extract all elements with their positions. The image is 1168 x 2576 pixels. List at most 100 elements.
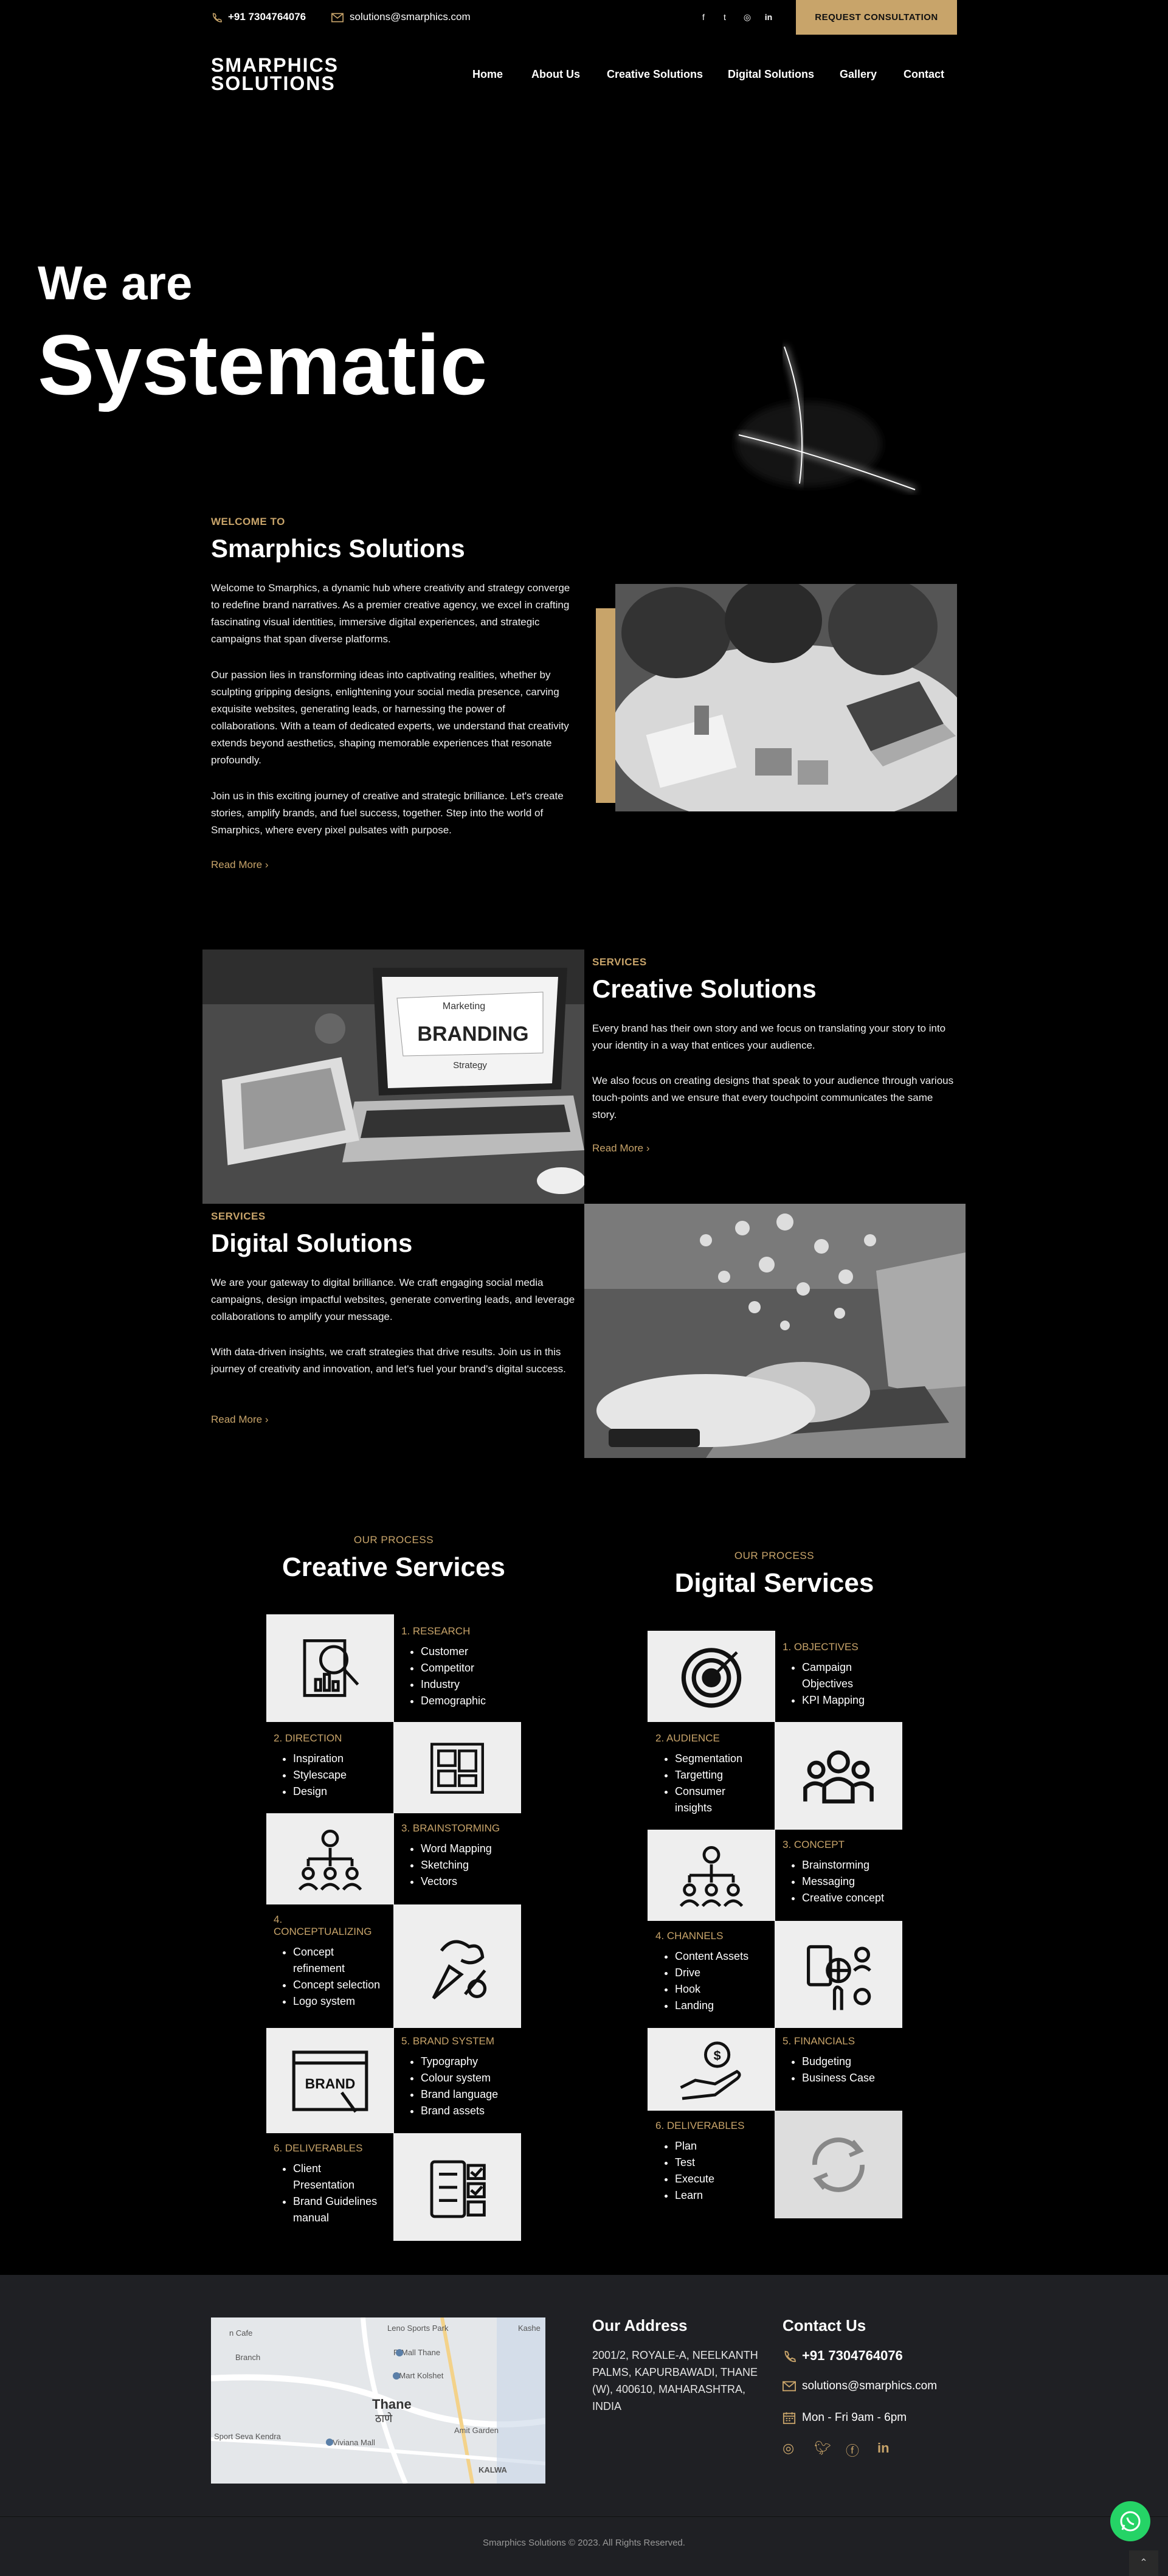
topbar-email[interactable]: solutions@smarphics.com [331, 11, 471, 23]
chevron-right-icon: › [264, 1414, 269, 1425]
creative-read-more-link[interactable]: Read More › [592, 1142, 650, 1154]
phone-icon [784, 2350, 796, 2362]
creative-step-1-title: 1. RESEARCH [401, 1625, 471, 1637]
creative-step-2: 2. DIRECTION InspirationStylescapeDesign [274, 1732, 347, 1800]
contact-title: Contact Us [783, 2316, 866, 2335]
list-item: Brainstorming [802, 1857, 884, 1873]
scroll-to-top-button[interactable]: ⌃ [1129, 2550, 1158, 2576]
research-report-icon [266, 1614, 394, 1722]
map-label: Branch [235, 2353, 260, 2362]
list-item: Concept selection [293, 1977, 383, 1993]
facebook-icon[interactable]: f [697, 11, 710, 23]
digital-step-1-title: 1. OBJECTIVES [783, 1641, 859, 1653]
list-item: Word Mapping [421, 1841, 500, 1857]
digital-title: Digital Solutions [211, 1229, 413, 1257]
refresh-cycle-icon [775, 2111, 902, 2218]
digital-paragraph-1: We are your gateway to digital brillianc… [211, 1277, 575, 1322]
hero-line1: We are [38, 256, 193, 310]
instagram-icon[interactable]: ◎ [783, 2440, 794, 2456]
list-item: Messaging [802, 1873, 884, 1890]
welcome-title: Smarphics Solutions [211, 534, 465, 563]
creative-step-5-title: 5. BRAND SYSTEM [401, 2035, 495, 2047]
money-hand-icon: $ [648, 2028, 775, 2111]
topbar-phone[interactable]: +91 7304764076 [211, 11, 306, 23]
list-item: Landing [675, 1998, 748, 2014]
map-label: n Cafe [229, 2328, 252, 2338]
facebook-icon[interactable]: ⓕ [846, 2440, 859, 2460]
img-branding-text: BRANDING [417, 1022, 528, 1046]
list-item: Brand Guidelines manual [293, 2193, 383, 2226]
footer-hours-text: Mon - Fri 9am - 6pm [802, 2411, 907, 2425]
digital-tag: SERVICES [211, 1210, 266, 1222]
linkedin-icon[interactable]: in [877, 2440, 890, 2456]
request-consultation-button[interactable]: REQUEST CONSULTATION [796, 0, 957, 35]
list-item: Colour system [421, 2070, 498, 2086]
list-item: Inspiration [293, 1751, 347, 1767]
chevron-right-icon: › [646, 1142, 650, 1154]
list-item: Test [675, 2154, 744, 2171]
target-icon [648, 1631, 775, 1722]
welcome-tag: WELCOME TO [211, 516, 285, 527]
footer-phone[interactable]: +91 7304764076 [783, 2348, 903, 2364]
whatsapp-button[interactable] [1110, 2501, 1150, 2541]
img-strategy-text: Strategy [453, 1060, 487, 1071]
digital-step-1: 1. OBJECTIVES Campaign ObjectivesKPI Map… [783, 1641, 892, 1709]
map-embed[interactable]: Leno Sports Park Kashe R Mall Thane DMar… [211, 2317, 545, 2484]
mail-icon [331, 13, 344, 23]
chevron-up-icon: ⌃ [1139, 2558, 1148, 2568]
audience-icon [775, 1722, 902, 1830]
welcome-read-more-label: Read More [211, 859, 263, 870]
nav-home[interactable]: Home [472, 68, 503, 81]
creative-step-4: 4. CONCEPTUALIZING Concept refinementCon… [274, 1914, 383, 2010]
map-label: Leno Sports Park [387, 2324, 449, 2333]
topbar-phone-text: +91 7304764076 [228, 11, 306, 23]
list-item: Brand assets [421, 2103, 498, 2119]
nav-gallery[interactable]: Gallery [840, 68, 877, 81]
digital-read-more-link[interactable]: Read More › [211, 1414, 269, 1426]
creative-step-3: 3. BRAINSTORMING Word MappingSketchingVe… [401, 1822, 500, 1890]
nav-contact[interactable]: Contact [904, 68, 944, 81]
instagram-icon[interactable]: ◎ [741, 11, 753, 23]
digital-process-tag: OUR PROCESS [734, 1550, 815, 1561]
digital-read-more-label: Read More [211, 1414, 263, 1425]
digital-step-4-title: 4. CHANNELS [655, 1930, 724, 1942]
footer-email[interactable]: solutions@smarphics.com [783, 2380, 937, 2393]
checklist-icon [393, 2133, 521, 2241]
team-idea-icon [266, 1813, 394, 1904]
nav-digital-solutions[interactable]: Digital Solutions [728, 68, 814, 81]
chevron-right-icon: › [264, 859, 269, 870]
accent-bar [596, 608, 615, 803]
channels-icon [775, 1921, 902, 2028]
digital-step-4: 4. CHANNELS Content AssetsDriveHookLandi… [655, 1930, 748, 2014]
mail-icon [783, 2381, 796, 2392]
creative-tools-icon [393, 1904, 521, 2028]
svg-text:BRAND: BRAND [305, 2075, 356, 2091]
social-media-laptop-illustration [584, 1204, 966, 1458]
footer-divider [0, 2516, 1168, 2517]
footer: Leno Sports Park Kashe R Mall Thane DMar… [0, 2275, 1168, 2576]
creative-tag: SERVICES [592, 956, 647, 968]
logo[interactable]: SMARPHICS SOLUTIONS [211, 55, 337, 93]
list-item: Plan [675, 2138, 744, 2154]
list-item: Stylescape [293, 1767, 347, 1783]
nav-creative-solutions[interactable]: Creative Solutions [607, 68, 703, 81]
map-label: KALWA [479, 2465, 508, 2474]
hero-light-graphic [736, 346, 916, 491]
calendar-icon [783, 2412, 796, 2425]
creative-read-more-label: Read More [592, 1142, 644, 1154]
twitter-icon[interactable]: 🐦︎ [814, 2440, 831, 2456]
map-label: Viviana Mall [333, 2438, 375, 2447]
creative-step-5: 5. BRAND SYSTEM TypographyColour systemB… [401, 2035, 498, 2119]
list-item: Creative concept [802, 1890, 884, 1906]
welcome-read-more-link[interactable]: Read More › [211, 859, 269, 871]
linkedin-icon[interactable]: in [762, 11, 775, 23]
twitter-icon[interactable]: t [719, 11, 731, 23]
footer-hours: Mon - Fri 9am - 6pm [783, 2411, 907, 2425]
digital-step-2: 2. AUDIENCE SegmentationTargettingConsum… [655, 1732, 765, 1816]
list-item: Drive [675, 1965, 748, 1981]
map-label: Sport Seva Kendra [214, 2432, 282, 2441]
footer-phone-text: +91 7304764076 [802, 2348, 903, 2363]
list-item: Industry [421, 1676, 486, 1693]
list-item: Brand language [421, 2086, 498, 2103]
nav-about-us[interactable]: About Us [531, 68, 580, 81]
